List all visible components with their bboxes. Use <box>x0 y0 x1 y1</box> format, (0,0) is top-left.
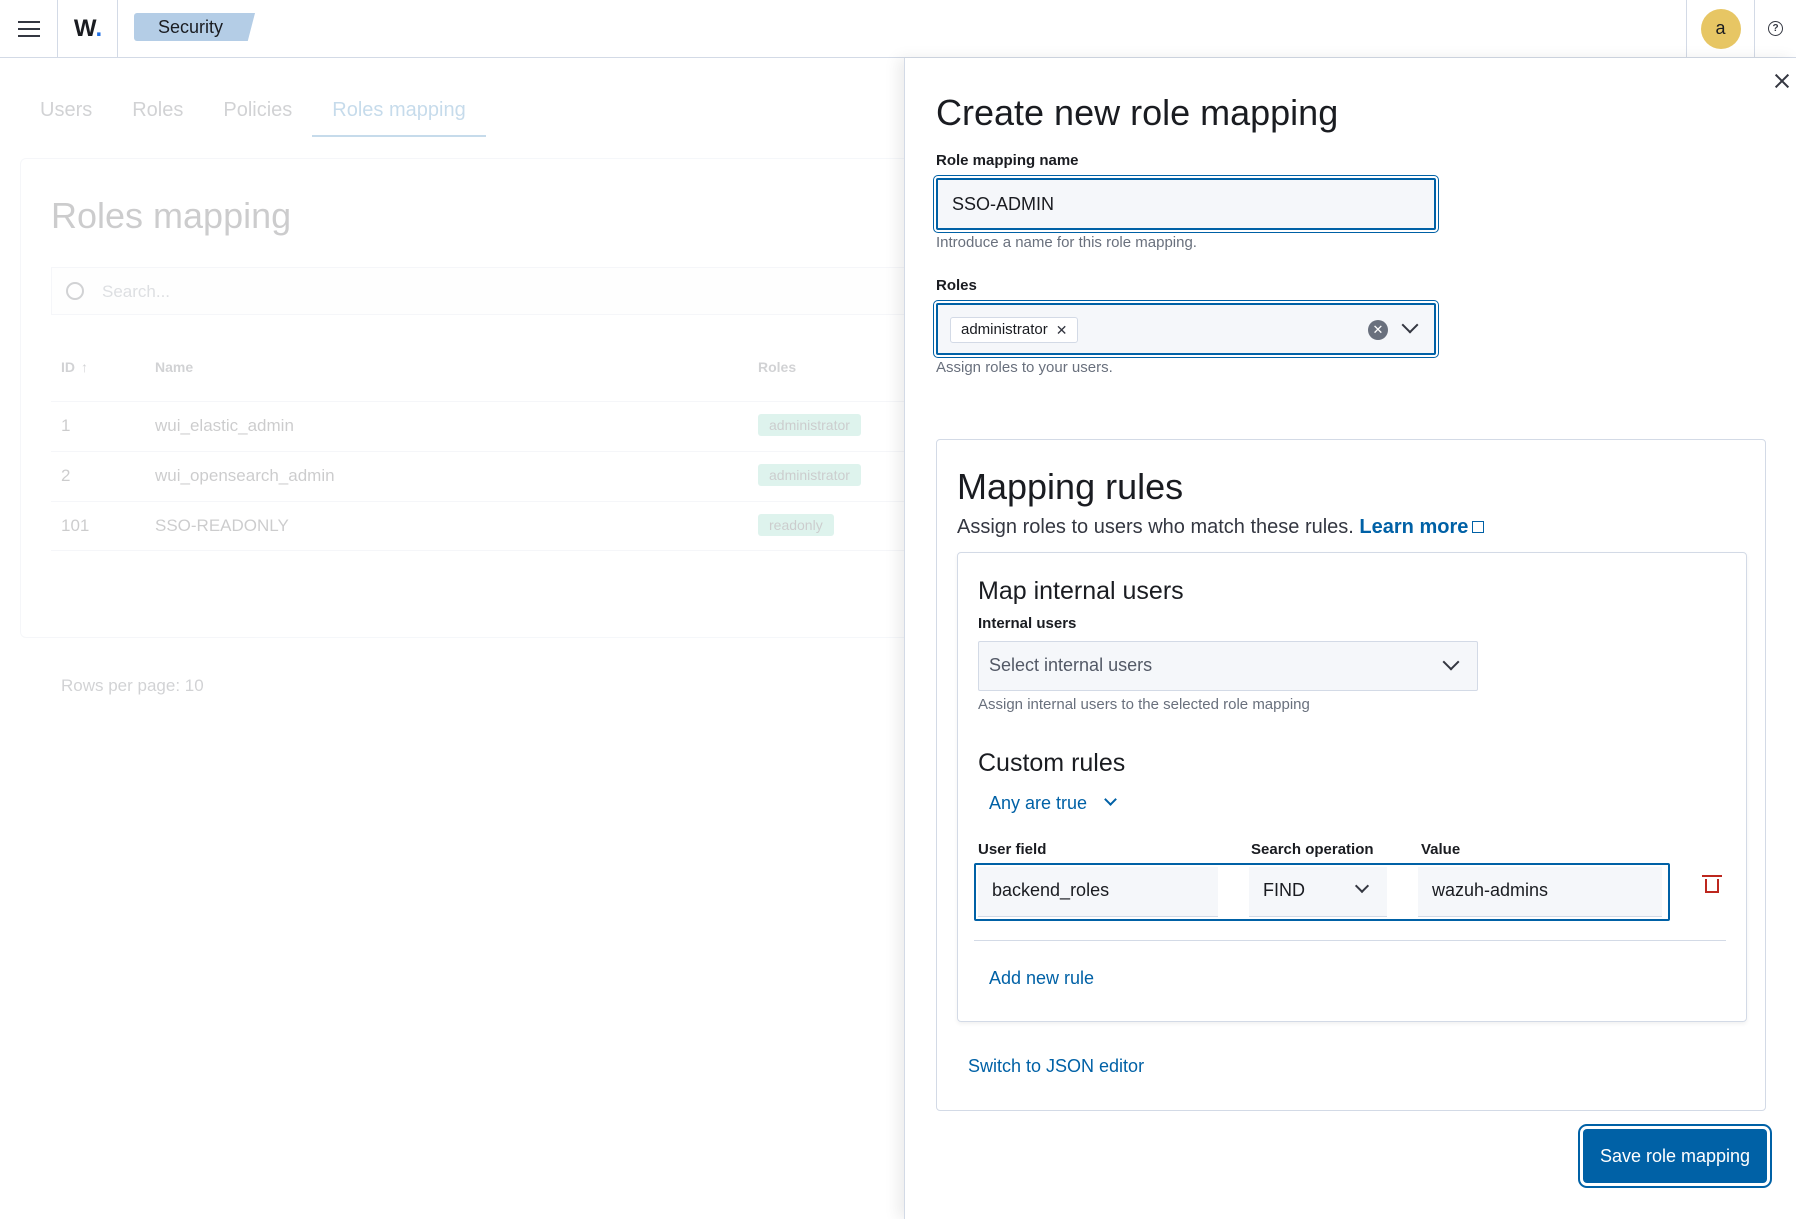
menu-button[interactable] <box>0 0 58 57</box>
rule-row: backend_roles FIND wazuh-admins <box>974 863 1670 921</box>
clear-icon[interactable]: ✕ <box>1368 320 1388 340</box>
role-badge: readonly <box>758 514 834 536</box>
cell-id: 2 <box>61 466 71 485</box>
map-internal-users-title: Map internal users <box>978 577 1184 605</box>
role-mapping-name-label: Role mapping name <box>936 152 1079 169</box>
learn-more-link[interactable]: Learn more <box>1359 516 1468 538</box>
security-tabs: Users Roles Policies Roles mapping <box>20 93 486 137</box>
delete-rule-trash-icon[interactable] <box>1702 875 1722 893</box>
roles-combobox[interactable]: administrator ✕ ✕ <box>933 300 1439 358</box>
roles-mapping-page: Users Roles Policies Roles mapping Roles… <box>0 58 921 1219</box>
cell-id: 1 <box>61 416 71 435</box>
help-icon: ? <box>1768 21 1783 36</box>
roles-mapping-panel: Roles mapping Search... ID ↑ Name Roles … <box>20 158 921 695</box>
remove-role-icon[interactable]: ✕ <box>1056 318 1068 342</box>
mapping-rules-panel: Mapping rules Assign roles to users who … <box>936 439 1766 1111</box>
role-badge: administrator <box>758 464 861 486</box>
breadcrumb-security[interactable]: Security <box>134 13 256 41</box>
user-field-input[interactable]: backend_roles <box>978 867 1218 917</box>
internal-users-help: Assign internal users to the selected ro… <box>978 696 1310 713</box>
roles-help: Assign roles to your users. <box>936 359 1113 376</box>
chevron-down-icon <box>1442 653 1460 671</box>
column-header-roles[interactable]: Roles <box>758 359 796 375</box>
add-new-rule-button[interactable]: Add new rule <box>989 968 1094 989</box>
chevron-down-icon <box>1354 878 1370 894</box>
external-link-icon <box>1472 521 1485 533</box>
internal-users-select[interactable]: Select internal users <box>978 641 1478 691</box>
chevron-down-icon[interactable] <box>1401 316 1419 334</box>
cell-name: wui_elastic_admin <box>155 416 294 435</box>
rules-operator-dropdown[interactable]: Any are true <box>989 793 1117 814</box>
rules-editor: Map internal users Internal users Select… <box>957 552 1747 1022</box>
switch-to-json-editor-button[interactable]: Switch to JSON editor <box>968 1056 1144 1077</box>
role-mapping-name-help: Introduce a name for this role mapping. <box>936 234 1197 251</box>
value-input[interactable]: wazuh-admins <box>1418 867 1662 917</box>
tab-policies[interactable]: Policies <box>203 93 312 137</box>
help-button[interactable]: ? <box>1754 0 1796 57</box>
user-menu[interactable]: a <box>1686 0 1754 57</box>
sort-arrow-up-icon: ↑ <box>81 359 88 375</box>
avatar: a <box>1700 8 1741 49</box>
cell-id: 101 <box>61 516 90 535</box>
search-placeholder: Search... <box>102 282 171 301</box>
custom-rules-title: Custom rules <box>978 749 1126 777</box>
top-nav-bar: W. Security a ? <box>0 0 1796 58</box>
search-icon <box>66 282 84 300</box>
divider <box>974 940 1726 941</box>
hamburger-icon <box>17 20 40 37</box>
cell-name: wui_opensearch_admin <box>155 466 335 485</box>
role-badge: administrator <box>758 414 861 436</box>
save-role-mapping-button[interactable]: Save role mapping <box>1578 1124 1772 1188</box>
mapping-rules-title: Mapping rules <box>957 466 1184 507</box>
page-title: Roles mapping <box>51 195 292 236</box>
internal-users-label: Internal users <box>978 615 1077 632</box>
search-operation-label: Search operation <box>1251 841 1374 858</box>
table-row[interactable]: 101 SSO-READONLY readonly <box>51 501 921 551</box>
cell-name: SSO-READONLY <box>155 516 289 535</box>
close-icon[interactable] <box>1773 72 1791 90</box>
column-header-name[interactable]: Name <box>155 359 193 375</box>
tab-users[interactable]: Users <box>20 93 112 137</box>
table-row[interactable]: 2 wui_opensearch_admin administrator <box>51 451 921 501</box>
search-input[interactable]: Search... <box>51 267 921 315</box>
roles-label: Roles <box>936 277 977 294</box>
chevron-down-icon <box>1104 793 1117 806</box>
tab-roles-mapping[interactable]: Roles mapping <box>312 93 486 137</box>
mapping-rules-description: Assign roles to users who match these ru… <box>957 516 1485 539</box>
search-operation-select[interactable]: FIND <box>1249 867 1387 917</box>
wazuh-logo[interactable]: W. <box>58 0 118 57</box>
user-field-label: User field <box>978 841 1047 858</box>
table-row[interactable]: 1 wui_elastic_admin administrator <box>51 401 921 451</box>
role-chip-administrator: administrator ✕ <box>950 317 1079 343</box>
rows-per-page-selector[interactable]: Rows per page: 10 <box>61 676 204 696</box>
flyout-title: Create new role mapping <box>936 92 1339 133</box>
tab-roles[interactable]: Roles <box>112 93 203 137</box>
column-header-id[interactable]: ID <box>61 359 75 375</box>
value-label: Value <box>1421 841 1461 858</box>
table-header: ID ↑ Name Roles <box>51 359 921 385</box>
role-mapping-name-input[interactable]: SSO-ADMIN <box>933 175 1439 233</box>
create-role-mapping-flyout: Create new role mapping Role mapping nam… <box>904 58 1796 1219</box>
